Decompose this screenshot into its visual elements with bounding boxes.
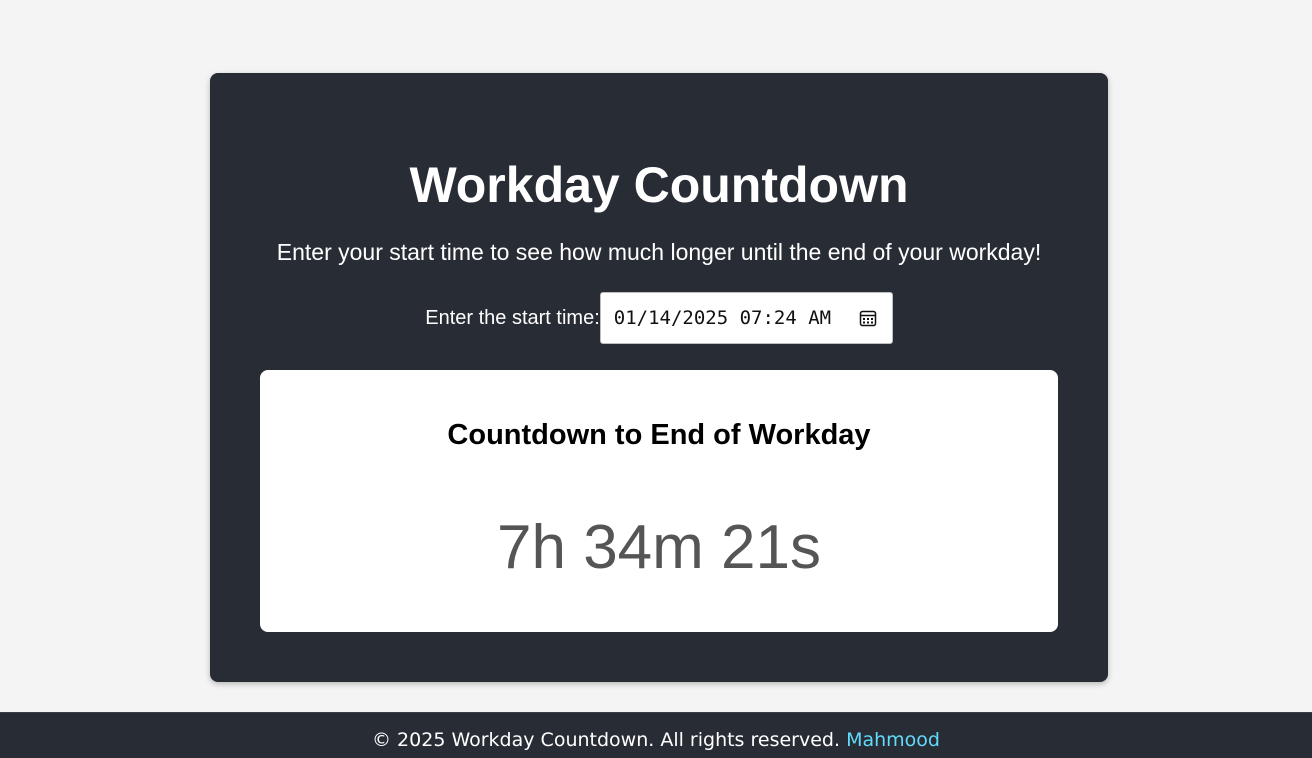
- start-time-row: Enter the start time: 01/14/2025 07:24 A…: [210, 292, 1108, 344]
- author-link[interactable]: Mahmood: [846, 729, 940, 751]
- page-subtitle: Enter your start time to see how much lo…: [276, 239, 1042, 265]
- countdown-timer: 7h 34m 21s: [497, 513, 821, 582]
- page-footer: © 2025 Workday Countdown. All rights res…: [0, 712, 1312, 758]
- start-time-value[interactable]: 01/14/2025 07:24 AM: [614, 307, 858, 329]
- countdown-heading: Countdown to End of Workday: [447, 419, 871, 451]
- start-time-input[interactable]: 01/14/2025 07:24 AM: [599, 292, 893, 344]
- page-title: Workday Countdown: [409, 157, 909, 213]
- countdown-panel: Countdown to End of Workday 7h 34m 21s: [260, 370, 1058, 632]
- calendar-icon[interactable]: [858, 308, 878, 328]
- countdown-card: Workday Countdown Enter your start time …: [210, 73, 1108, 682]
- footer-copyright: © 2025 Workday Countdown. All rights res…: [372, 729, 841, 751]
- start-time-label: Enter the start time:: [425, 307, 600, 329]
